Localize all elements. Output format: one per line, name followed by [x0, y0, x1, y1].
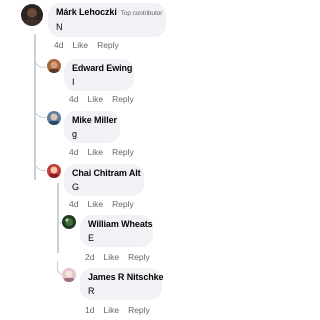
like-button[interactable]: Like [103, 252, 119, 262]
avatar-image [49, 61, 59, 73]
thread-connector [34, 104, 46, 118]
comment-author[interactable]: Chai Chitram Alt [72, 168, 141, 179]
comment-timestamp[interactable]: 4d [69, 147, 78, 157]
comment-text: G [72, 182, 80, 192]
comment-actions: 4d Like Reply [54, 40, 128, 50]
comment-author[interactable]: Edward Ewing [72, 63, 132, 74]
avatar[interactable] [47, 59, 61, 73]
avatar-image [65, 218, 73, 226]
like-button[interactable]: Like [87, 147, 103, 157]
comment-text: E [88, 233, 95, 243]
avatar[interactable] [62, 215, 76, 229]
comment-timestamp[interactable]: 4d [69, 199, 78, 209]
like-button[interactable]: Like [87, 94, 103, 104]
comment-text: N [56, 22, 63, 32]
reply-button[interactable]: Reply [112, 199, 134, 209]
avatar[interactable] [21, 4, 43, 26]
comment-actions: 1d Like Reply [85, 305, 159, 315]
top-contributor-badge: Top contributor [120, 10, 163, 17]
comment-text: R [88, 286, 95, 296]
avatar[interactable] [47, 111, 61, 125]
comment-bubble: William Wheats E [80, 215, 153, 247]
avatar-image [24, 8, 40, 26]
comment-timestamp[interactable]: 4d [69, 94, 78, 104]
avatar[interactable] [47, 164, 61, 178]
thread-connector [34, 54, 46, 68]
comment-timestamp[interactable]: 4d [54, 40, 63, 50]
avatar-image [49, 166, 59, 178]
comment-actions: 4d Like Reply [69, 94, 143, 104]
reply-button[interactable]: Reply [112, 94, 134, 104]
comment-bubble: Edward Ewing I [64, 59, 134, 91]
comment-actions: 4d Like Reply [69, 199, 143, 209]
comment-text: I [72, 77, 75, 87]
reply-button[interactable]: Reply [97, 40, 119, 50]
avatar-image [64, 270, 74, 282]
comment-bubble: Chai Chitram Alt G [64, 164, 144, 196]
comment-bubble: Mike Miller g [64, 111, 120, 143]
avatar-image [49, 113, 59, 125]
avatar[interactable] [62, 268, 76, 282]
like-button[interactable]: Like [87, 199, 103, 209]
comment-timestamp[interactable]: 1d [85, 305, 94, 315]
comment-actions: 4d Like Reply [69, 147, 143, 157]
comment-actions: 2d Like Reply [85, 252, 159, 262]
comment-author[interactable]: Márk Lehoczki [56, 7, 117, 17]
comment-author[interactable]: William Wheats [88, 219, 153, 230]
comment-author[interactable]: Mike Miller [72, 115, 117, 126]
like-button[interactable]: Like [72, 40, 88, 50]
reply-button[interactable]: Reply [128, 305, 150, 315]
reply-button[interactable]: Reply [112, 147, 134, 157]
like-button[interactable]: Like [103, 305, 119, 315]
thread-connector [34, 157, 46, 171]
comment-text: g [72, 129, 78, 139]
comment-bubble: Márk Lehoczki Top contributor N [48, 3, 166, 37]
comment-timestamp[interactable]: 2d [85, 252, 94, 262]
reply-button[interactable]: Reply [128, 252, 150, 262]
comment-author[interactable]: James R Nitschke [88, 272, 164, 283]
comment-bubble: James R Nitschke R [80, 268, 164, 300]
